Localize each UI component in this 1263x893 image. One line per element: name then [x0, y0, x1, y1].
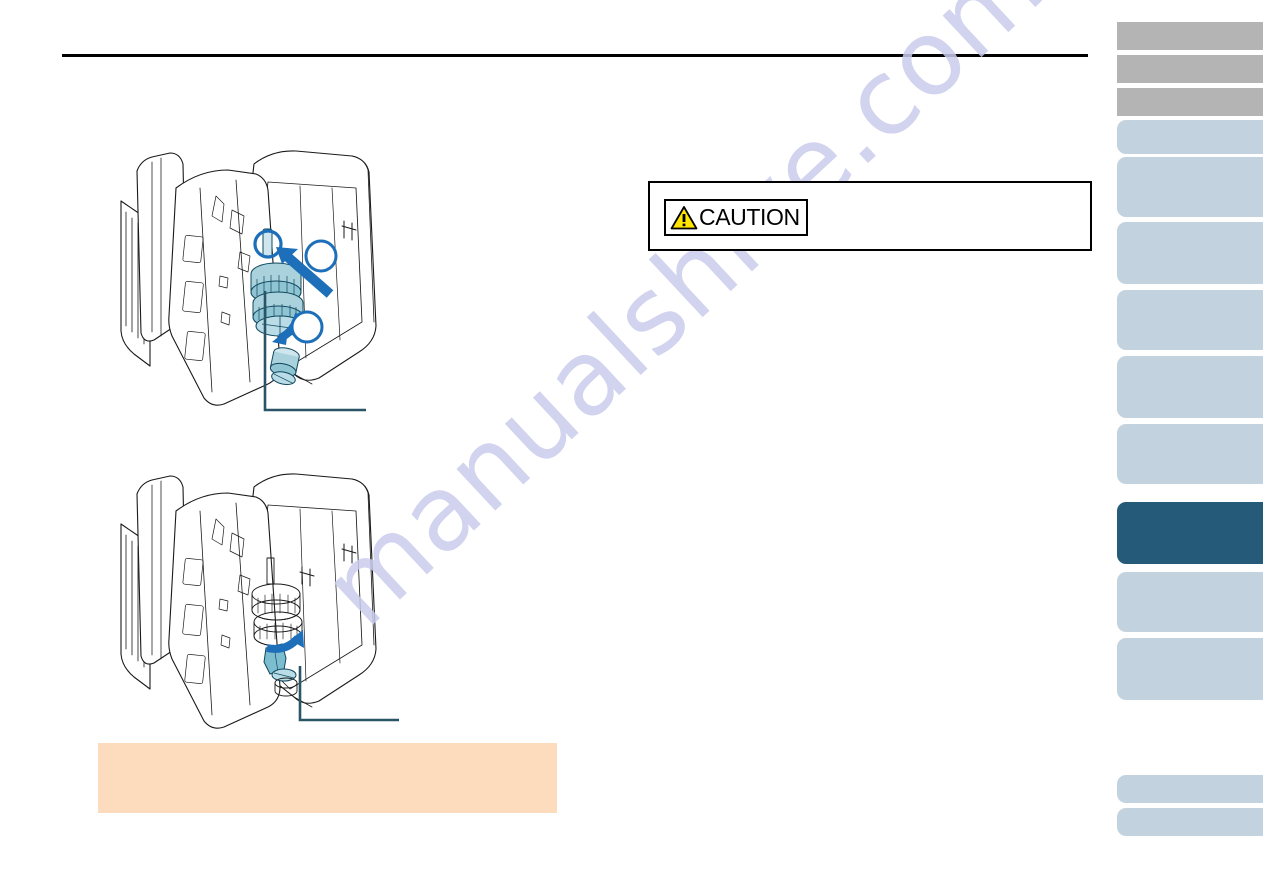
chapter-tab-12[interactable] [1117, 638, 1263, 700]
chapter-tab-9[interactable] [1117, 424, 1263, 484]
chapter-tab-11[interactable] [1117, 572, 1263, 632]
chapter-tab-label [1117, 120, 1263, 124]
chapter-tab-8[interactable] [1117, 356, 1263, 418]
chapter-tab-label [1117, 572, 1263, 576]
chapter-tab-2[interactable] [1117, 55, 1263, 83]
caution-box: CAUTION [648, 181, 1092, 251]
note-box [98, 743, 557, 813]
chapter-tab-label [1117, 157, 1263, 161]
chapter-tab-label [1117, 638, 1263, 642]
chapter-tab-label [1117, 55, 1263, 59]
chapter-tab-label [1117, 424, 1263, 428]
manual-page: manualshive.com CAUTION [0, 0, 1263, 893]
chapter-tab-7[interactable] [1117, 290, 1263, 350]
chapter-tab-4[interactable] [1117, 120, 1263, 154]
chapter-tab-1[interactable] [1117, 22, 1263, 50]
chapter-tab-13[interactable] [1117, 775, 1263, 803]
chapter-tab-14[interactable] [1117, 808, 1263, 836]
warning-triangle-icon [670, 206, 698, 230]
chapter-tab-6[interactable] [1117, 222, 1263, 284]
figure-scanner-pick-roller-shaft [104, 452, 434, 740]
chapter-tab-label [1117, 88, 1263, 92]
chapter-tab-label [1117, 356, 1263, 360]
figure-scanner-pick-roller-removal [104, 126, 434, 418]
header-rule [62, 54, 1088, 57]
chapter-tab-label [1117, 22, 1263, 26]
chapter-tab-label [1117, 290, 1263, 294]
chapter-tab-3[interactable] [1117, 88, 1263, 116]
caution-label: CAUTION [664, 199, 808, 236]
caution-text: CAUTION [699, 204, 800, 230]
chapter-tab-label [1117, 808, 1263, 812]
chapter-tab-10[interactable] [1117, 502, 1263, 564]
chapter-tab-label [1117, 502, 1263, 506]
chapter-tab-strip [1117, 0, 1263, 893]
chapter-tab-label [1117, 222, 1263, 226]
note-text [98, 743, 557, 759]
chapter-tab-label [1117, 775, 1263, 779]
chapter-tab-5[interactable] [1117, 157, 1263, 217]
